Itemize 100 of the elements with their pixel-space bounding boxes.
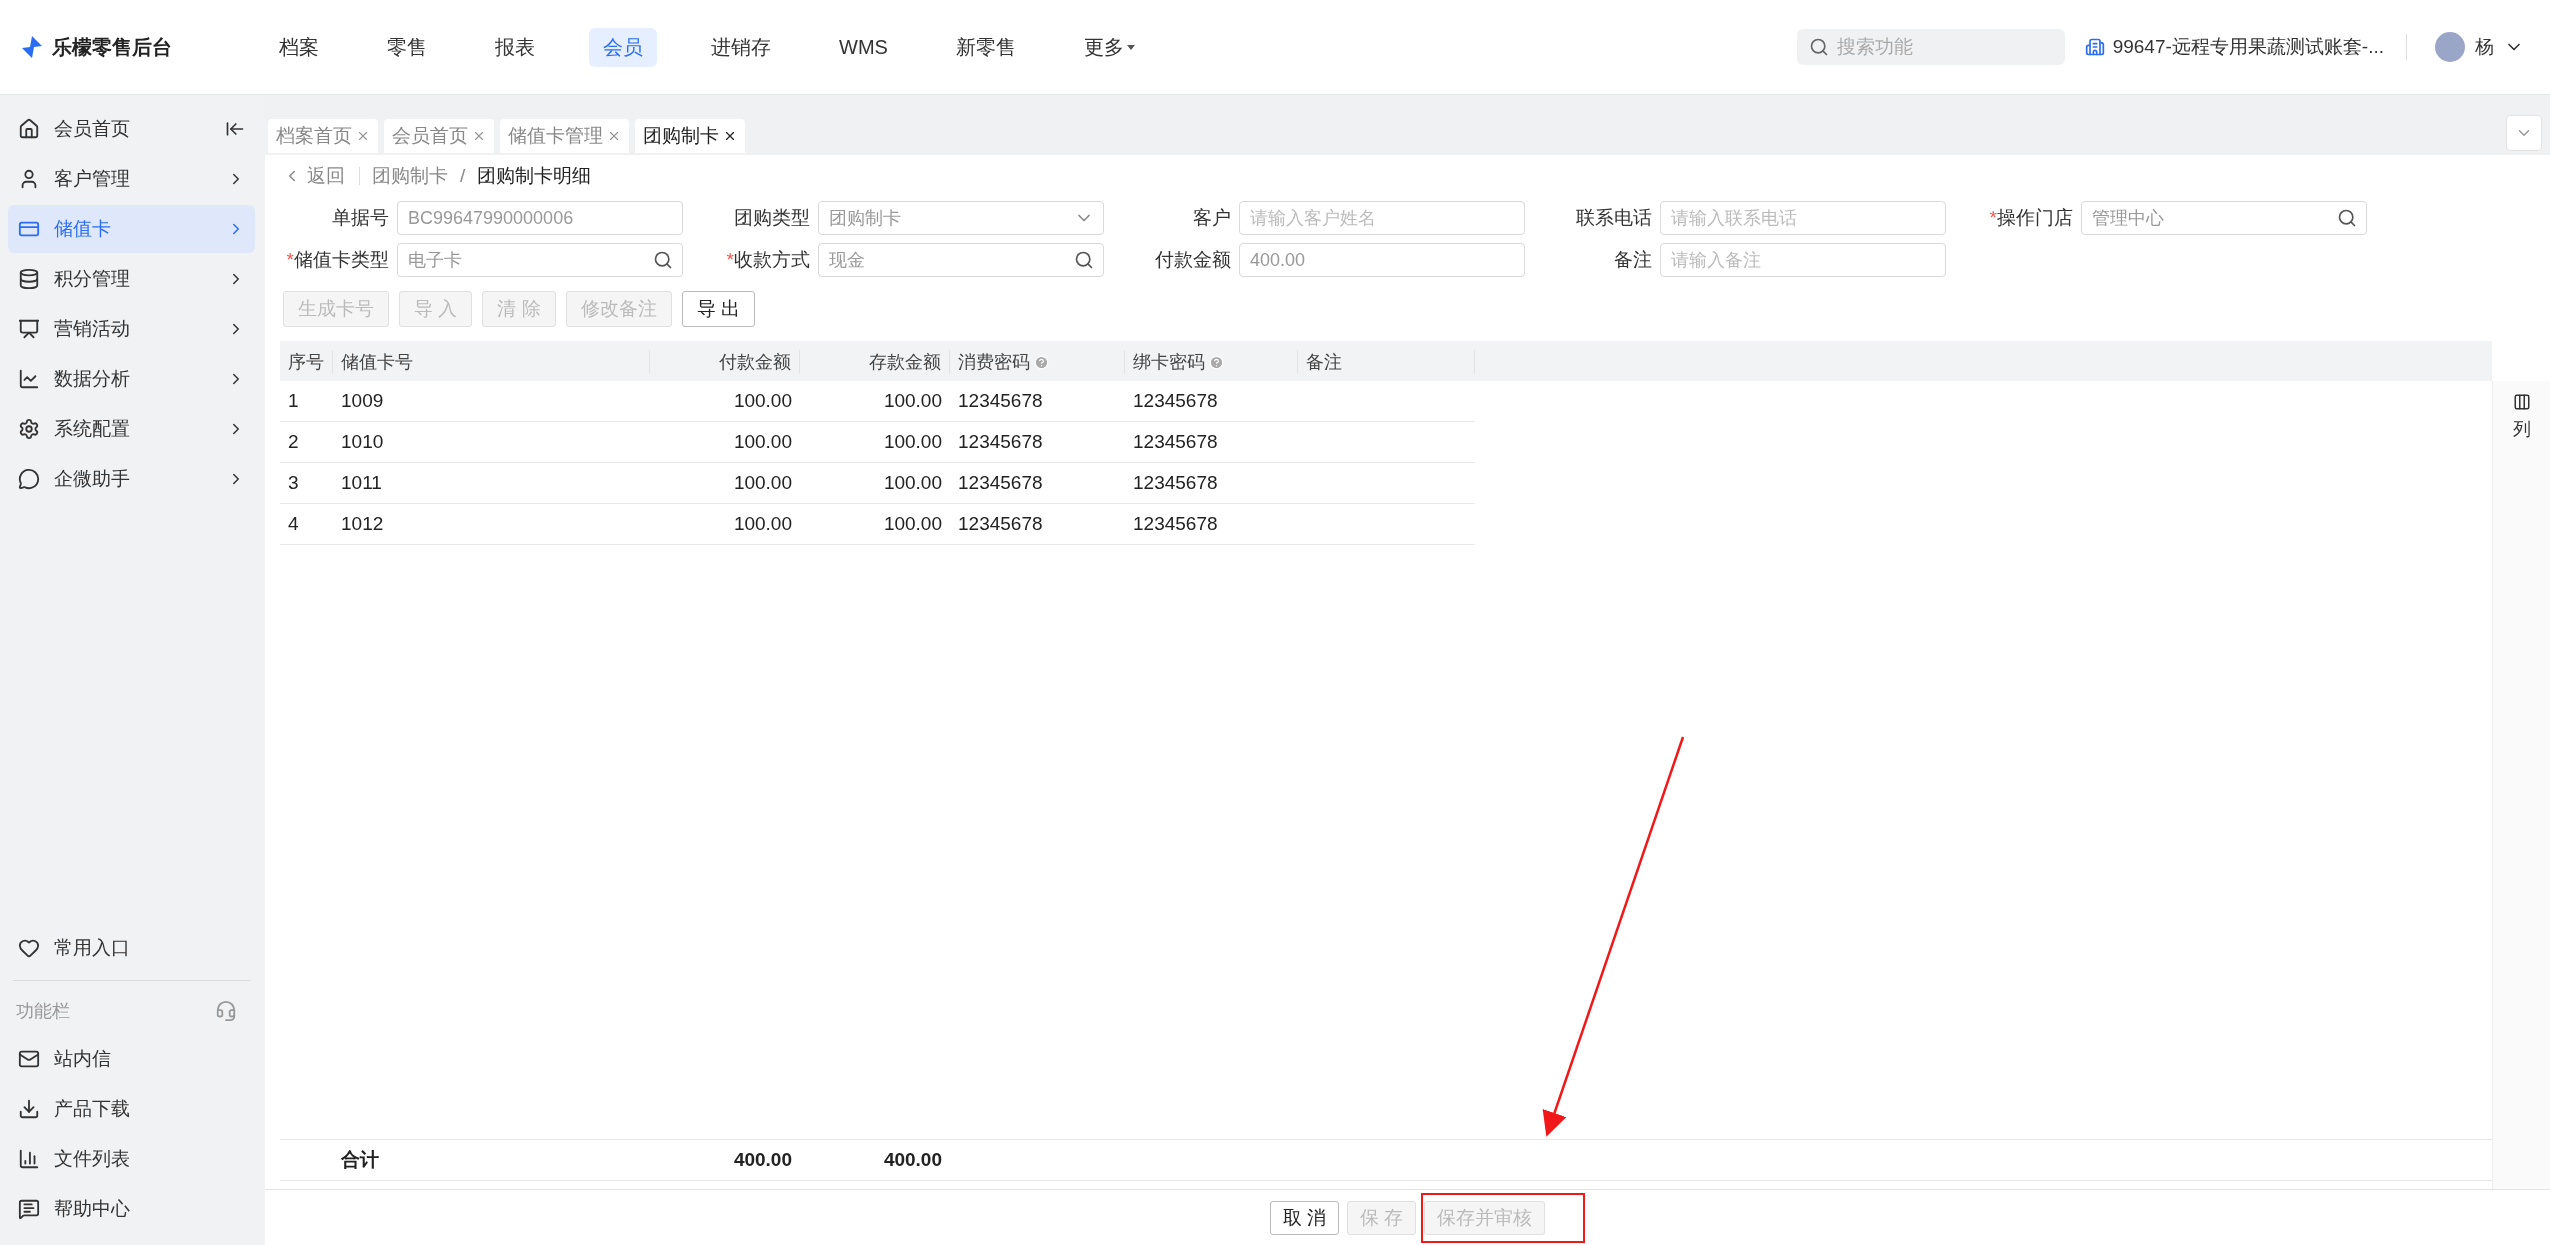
- input-field[interactable]: 请输入联系电话: [1660, 201, 1946, 235]
- table-cell-text: 100.00: [882, 389, 943, 413]
- field-label: 单据号: [331, 206, 389, 230]
- breadcrumb-item[interactable]: 团购制卡: [372, 163, 448, 189]
- nav-item[interactable]: 报表: [481, 27, 549, 67]
- field-label: *操作门店: [1988, 206, 2073, 230]
- field-label: 客户: [1192, 206, 1231, 230]
- search-icon: [1808, 37, 1829, 57]
- tab[interactable]: 档案首页: [268, 119, 378, 153]
- presentation-icon: [18, 318, 40, 340]
- nav-item[interactable]: 档案: [265, 27, 333, 67]
- nav-item[interactable]: 更多: [1069, 27, 1150, 67]
- toolbar-button[interactable]: 导 出: [681, 291, 755, 327]
- search-icon: [653, 250, 673, 270]
- back-link[interactable]: 返回: [283, 167, 360, 185]
- table-cell-text: 12345678: [1132, 389, 1219, 413]
- table-cell-text: 12345678: [1132, 512, 1219, 536]
- nav-item[interactable]: 新零售: [941, 27, 1030, 67]
- table-cell-text: 1: [287, 389, 300, 413]
- table-cell-text: 12345678: [1132, 471, 1219, 495]
- tab[interactable]: 会员首页: [384, 119, 494, 153]
- sidebar-item[interactable]: 站内信: [8, 1035, 255, 1083]
- avatar: [2435, 32, 2465, 62]
- line-chart-icon: [18, 368, 40, 390]
- column-header: 付款金额: [650, 350, 800, 374]
- breadcrumb-item: 团购制卡明细: [477, 164, 592, 188]
- table-cell-text: 12345678: [957, 471, 1044, 495]
- footer-button[interactable]: 取 消: [1269, 1200, 1339, 1235]
- input-field[interactable]: 请输入备注: [1660, 243, 1946, 277]
- headset-icon[interactable]: [215, 1000, 237, 1022]
- table-cell-text: 100.00: [732, 471, 793, 495]
- table-cell-text: 4: [287, 512, 300, 536]
- sidebar-item[interactable]: 储值卡: [8, 205, 255, 253]
- nav-item[interactable]: 进销存: [697, 27, 785, 67]
- tab[interactable]: 团购制卡: [635, 119, 745, 153]
- message-icon: [18, 1198, 40, 1220]
- column-header: 序号: [280, 350, 333, 374]
- table-cell-text: 12345678: [957, 430, 1044, 454]
- sidebar-item[interactable]: 系统配置: [8, 405, 255, 453]
- sidebar-item[interactable]: 帮助中心: [8, 1185, 255, 1233]
- table-cell-text: 1009: [340, 389, 385, 413]
- sidebar-item[interactable]: 会员首页: [8, 105, 255, 153]
- summary-cell-text: 400.00: [732, 1148, 793, 1172]
- field-label: 联系电话: [1575, 206, 1652, 230]
- table-cell-text: 100.00: [882, 430, 943, 454]
- table-cell-text: 1010: [340, 430, 385, 454]
- nav-item[interactable]: WMS: [825, 29, 902, 65]
- sidebar-item[interactable]: 客户管理: [8, 155, 255, 203]
- sidebar-item[interactable]: 积分管理: [8, 255, 255, 303]
- sidebar-item[interactable]: 常用入口: [8, 924, 255, 972]
- close-icon[interactable]: [723, 129, 737, 143]
- section-title: 功能栏: [16, 1000, 70, 1023]
- table-cell-text: 100.00: [882, 512, 943, 536]
- table-cell-text: 3: [287, 471, 300, 495]
- collapse-icon[interactable]: [225, 119, 245, 139]
- building-icon: [2084, 37, 2105, 57]
- field-label: *收款方式: [725, 248, 810, 272]
- sidebar-item[interactable]: 数据分析: [8, 355, 255, 403]
- chat-icon: [18, 468, 40, 490]
- tab[interactable]: 储值卡管理: [500, 119, 629, 153]
- field-label: 团购类型: [733, 206, 810, 230]
- sidebar-item[interactable]: 文件列表: [8, 1135, 255, 1183]
- user-menu[interactable]: 杨: [2429, 31, 2530, 63]
- chart-icon: [18, 1148, 40, 1170]
- search-field[interactable]: 搜索功能: [1796, 29, 2065, 65]
- nav-item[interactable]: 零售: [373, 27, 441, 67]
- settings-icon: [18, 418, 40, 440]
- table-cell-text: 1011: [340, 471, 383, 495]
- nav-item[interactable]: 会员: [589, 27, 657, 67]
- table-cell-text: 100.00: [732, 389, 793, 413]
- table-cell-text: 100.00: [732, 512, 793, 536]
- breadcrumb-separator: /: [460, 165, 466, 187]
- table-cell-text: 100.00: [732, 430, 793, 454]
- table-cell-text: 1012: [340, 512, 385, 536]
- sidebar-item[interactable]: 企微助手: [8, 455, 255, 503]
- column-header: 消费密码: [950, 350, 1125, 374]
- account-switcher[interactable]: 99647-远程专用果蔬测试账套-...: [2084, 34, 2407, 60]
- help-icon: [1034, 354, 1049, 370]
- download-icon: [18, 1098, 40, 1120]
- search-icon: [1074, 250, 1094, 270]
- caret-icon: [1125, 42, 1136, 52]
- columns-icon: [2512, 393, 2531, 411]
- table-cell-text: 100.00: [882, 471, 943, 495]
- column-header: 绑卡密码: [1125, 350, 1298, 374]
- table-cell-text: 12345678: [957, 389, 1044, 413]
- column-header: 储值卡号: [333, 350, 650, 374]
- sidebar-item[interactable]: 营销活动: [8, 305, 255, 353]
- field-label: *储值卡类型: [285, 248, 389, 272]
- field-label: 备注: [1613, 248, 1652, 272]
- table-cell-text: 12345678: [957, 512, 1044, 536]
- column-header: 存款金额: [800, 350, 950, 374]
- search-icon: [2337, 208, 2357, 228]
- database-icon: [18, 268, 40, 290]
- logo-icon: [20, 35, 44, 59]
- column-settings-button[interactable]: 列: [2492, 381, 2550, 1189]
- input-field[interactable]: 请输入客户姓名: [1239, 201, 1525, 235]
- table-cell-text: 2: [287, 430, 300, 454]
- help-icon: [1209, 354, 1224, 370]
- sidebar-item[interactable]: 产品下载: [8, 1085, 255, 1133]
- summary-label: 合计: [340, 1148, 380, 1172]
